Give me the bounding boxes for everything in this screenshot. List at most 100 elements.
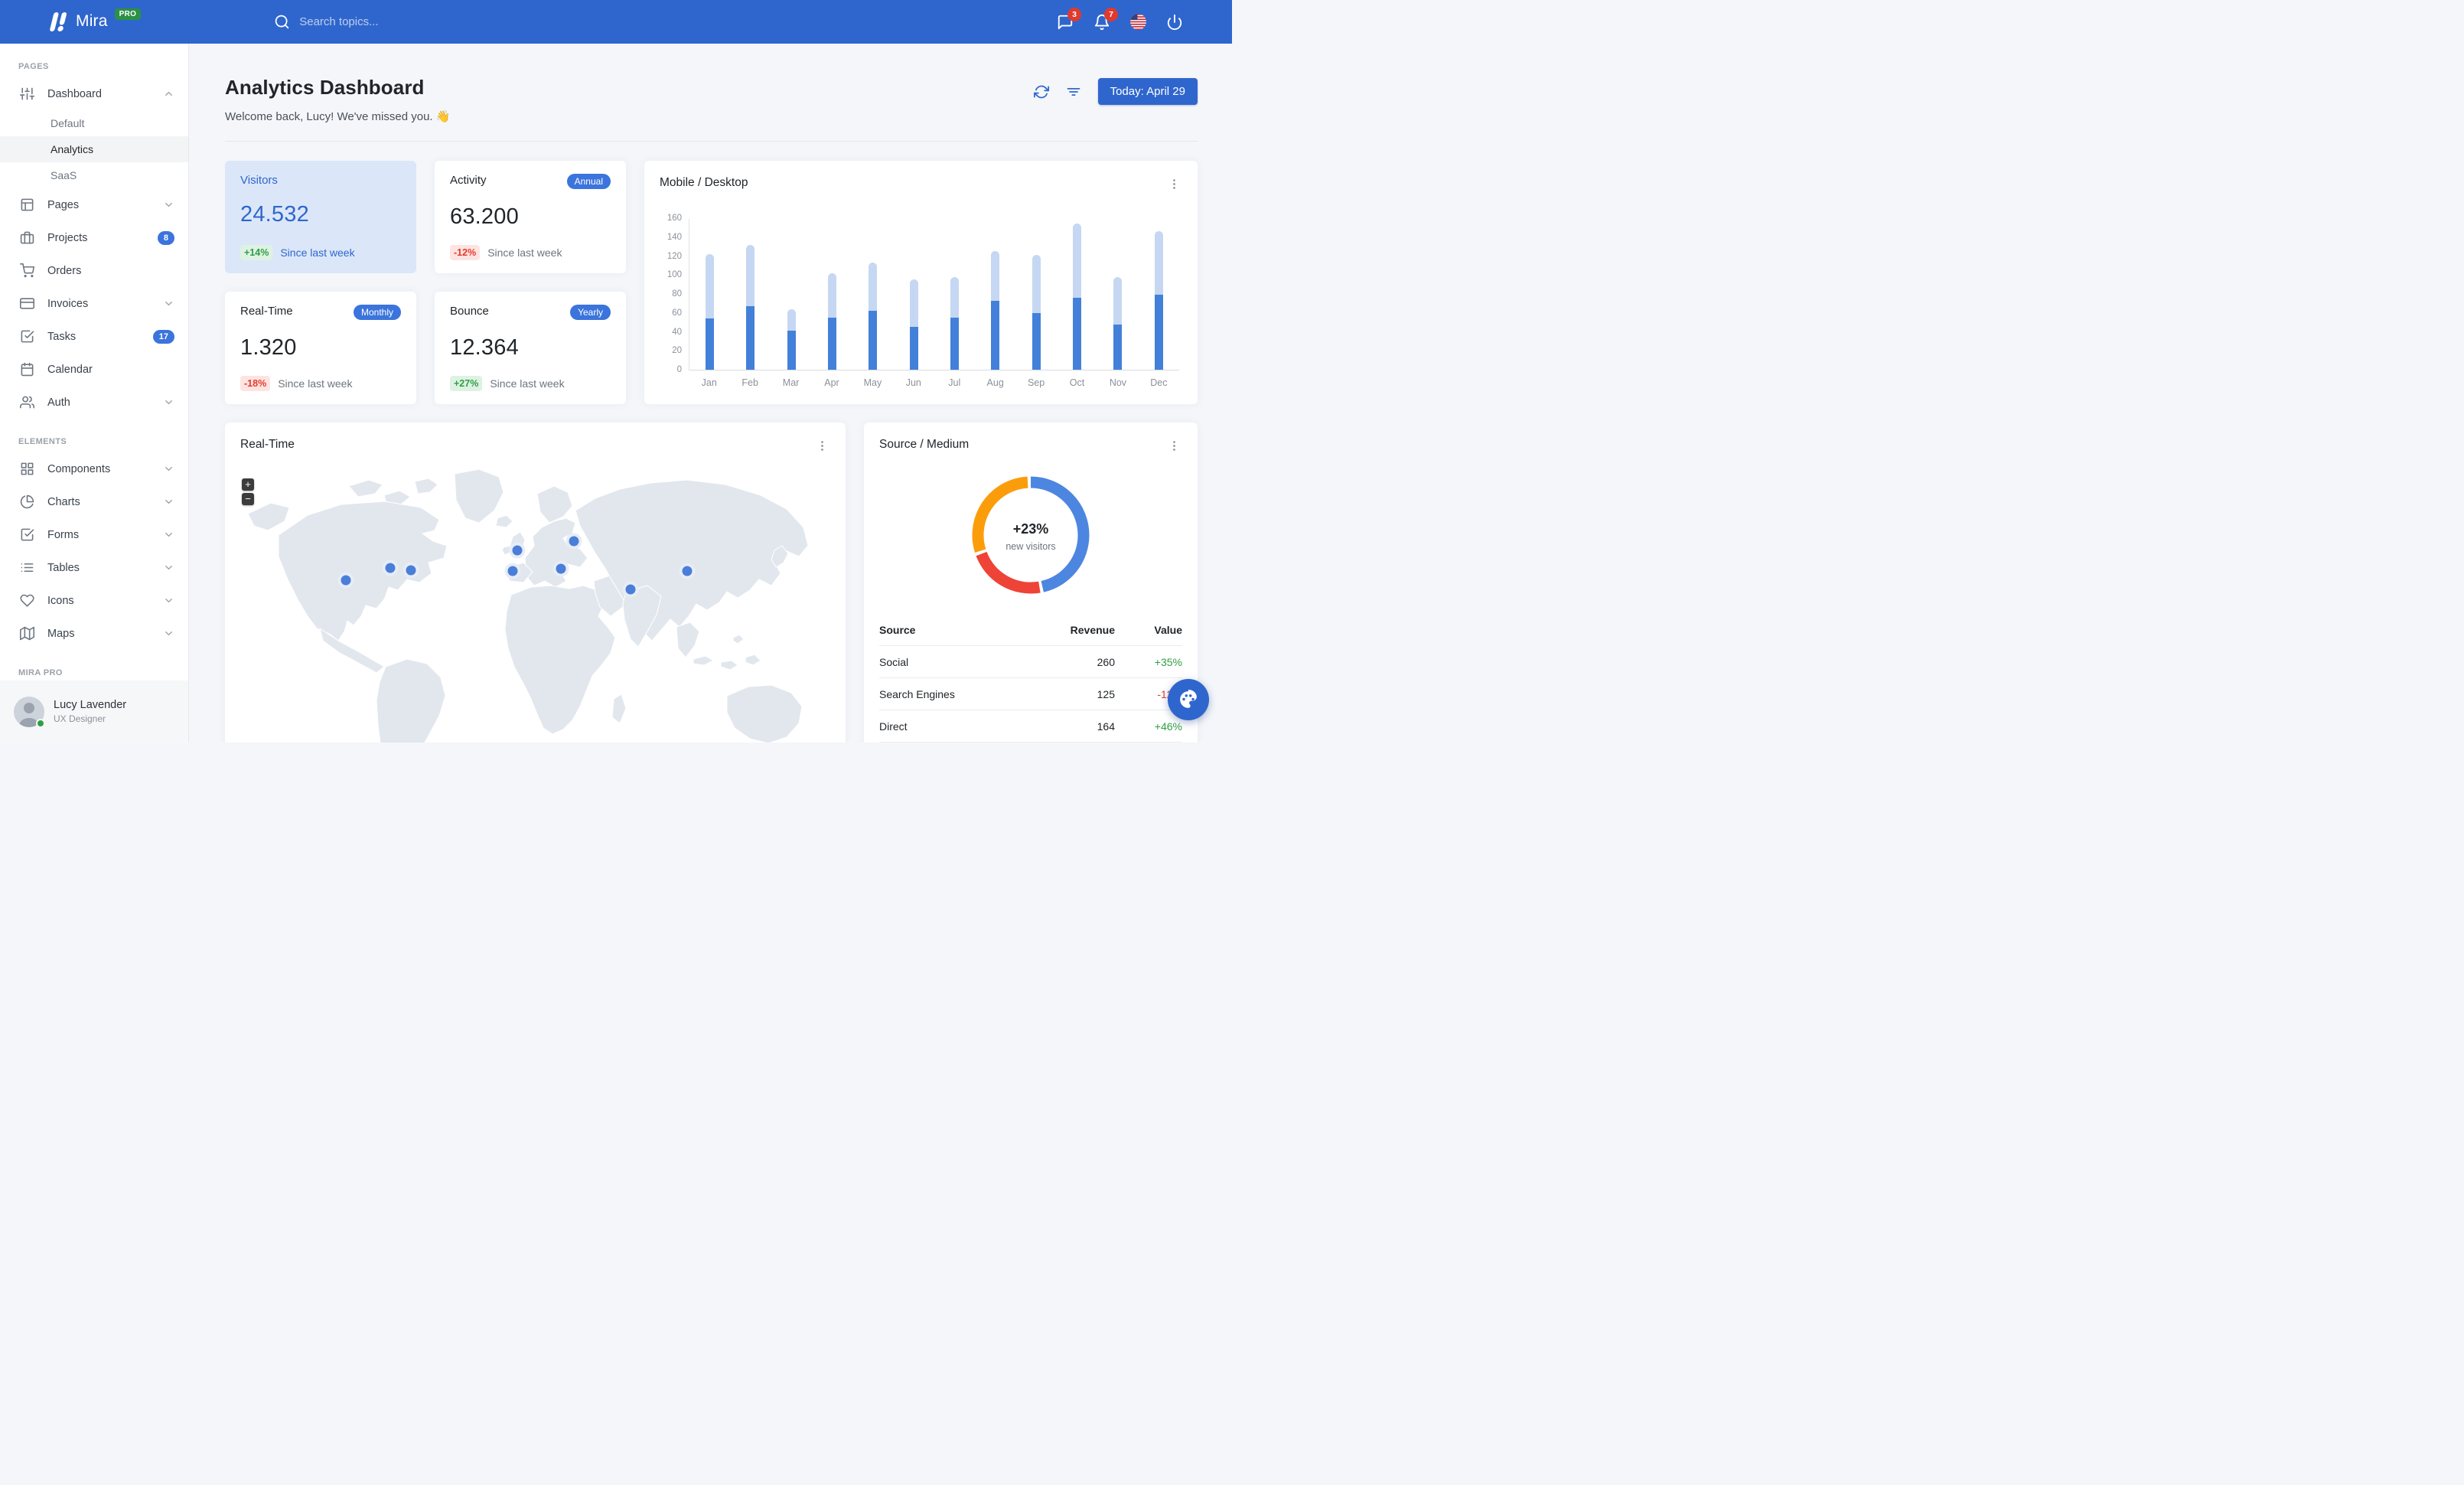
- chevron-down-icon: [163, 562, 174, 573]
- stacked-bar[interactable]: [706, 254, 715, 370]
- brand[interactable]: Mira PRO: [49, 8, 142, 32]
- sidebar-item-charts[interactable]: Charts: [0, 485, 188, 518]
- messages-count-badge: 3: [1067, 7, 1081, 21]
- mobile-bar-segment: [909, 327, 918, 370]
- mobile-bar-segment: [869, 311, 878, 370]
- map-marker[interactable]: [341, 575, 351, 586]
- map-marker[interactable]: [385, 563, 396, 573]
- table-row[interactable]: Direct 164 +46%: [879, 710, 1182, 742]
- mira-logo-icon: [49, 11, 69, 32]
- map-menu-button[interactable]: [814, 438, 830, 454]
- sidebar-user[interactable]: Lucy Lavender UX Designer: [0, 680, 188, 742]
- map-marker[interactable]: [625, 584, 636, 595]
- sidebar-item-tables[interactable]: Tables: [0, 551, 188, 584]
- stat-delta-badge: +14%: [240, 245, 273, 260]
- sidebar-item-auth[interactable]: Auth: [0, 386, 188, 419]
- sidebar-item-tasks[interactable]: Tasks 17: [0, 320, 188, 353]
- stacked-bar[interactable]: [1154, 231, 1163, 370]
- sidebar-item-label: Pages: [47, 198, 80, 211]
- stacked-bar[interactable]: [869, 263, 878, 370]
- map-marker[interactable]: [556, 563, 566, 574]
- desktop-bar-segment: [1113, 276, 1123, 325]
- refresh-button[interactable]: [1033, 84, 1049, 100]
- sidebar-item-pages[interactable]: Pages: [0, 188, 188, 221]
- avatar: [14, 696, 45, 728]
- app-window: Mira PRO 3 7 PAGE: [0, 0, 1232, 742]
- sidebar-item-orders[interactable]: Orders: [0, 254, 188, 287]
- month-label: Apr: [824, 377, 839, 388]
- users-icon: [20, 395, 35, 410]
- mobile-bar-segment: [950, 317, 960, 370]
- map-marker[interactable]: [569, 536, 579, 547]
- page-title: Analytics Dashboard: [225, 76, 425, 99]
- bar-chart: 160 140 120 100 80 60 40 20 0 Jan Feb Mar Apr May Jun…: [667, 214, 1179, 388]
- sidebar-subitem-default[interactable]: Default: [0, 110, 188, 136]
- donut-center: +23% new visitors: [970, 474, 1092, 599]
- stat-card-visitors: Visitors 24.532 +14% Since last week: [225, 161, 416, 273]
- stat-period-badge[interactable]: Annual: [566, 174, 611, 189]
- table-row[interactable]: Social 260 +35%: [879, 646, 1182, 678]
- stacked-bar[interactable]: [787, 308, 796, 370]
- month-label: Feb: [741, 377, 758, 388]
- pro-badge: PRO: [114, 8, 142, 20]
- stacked-bar[interactable]: [950, 276, 960, 370]
- sliders-icon: [20, 86, 35, 101]
- stacked-bar[interactable]: [1032, 255, 1041, 370]
- user-role: UX Designer: [54, 713, 106, 724]
- sidebar-item-projects[interactable]: Projects 8: [0, 221, 188, 254]
- map-zoom-in-button[interactable]: +: [242, 478, 254, 491]
- sidebar-item-forms[interactable]: Forms: [0, 518, 188, 551]
- sidebar-item-label: Components: [47, 462, 111, 475]
- map-zoom-out-button[interactable]: −: [242, 493, 254, 505]
- sidebar-item-label: Icons: [47, 594, 74, 607]
- stacked-bar[interactable]: [828, 273, 837, 370]
- chart-menu-button[interactable]: [1166, 176, 1182, 192]
- stacked-bar[interactable]: [746, 244, 755, 370]
- filter-button[interactable]: [1066, 84, 1081, 100]
- map-icon: [20, 626, 35, 641]
- chevron-down-icon: [163, 595, 174, 606]
- check-square-icon: [20, 329, 35, 344]
- sidebar-subitem-analytics[interactable]: Analytics: [0, 136, 188, 162]
- mobile-bar-segment: [746, 306, 755, 370]
- pie-chart-icon: [20, 494, 35, 509]
- logout-button[interactable]: [1166, 14, 1183, 31]
- stacked-bar[interactable]: [991, 251, 1000, 370]
- sidebar-item-invoices[interactable]: Invoices: [0, 287, 188, 320]
- top-navbar: Mira PRO 3 7: [0, 0, 1232, 44]
- map-marker[interactable]: [512, 545, 523, 556]
- cell-source: Direct: [879, 720, 908, 733]
- notifications-button[interactable]: 7: [1093, 7, 1118, 31]
- source-menu-button[interactable]: [1166, 438, 1182, 454]
- sidebar-item-label: Orders: [47, 264, 82, 277]
- map-marker[interactable]: [406, 565, 416, 576]
- date-range-button[interactable]: Today: April 29: [1097, 78, 1198, 105]
- sidebar-item-dashboard[interactable]: Dashboard: [0, 77, 188, 110]
- heart-icon: [20, 593, 35, 608]
- stat-footnote: +27% Since last week: [450, 376, 611, 391]
- map-marker[interactable]: [507, 566, 518, 576]
- search-input[interactable]: [299, 15, 621, 28]
- stacked-bar[interactable]: [909, 279, 918, 370]
- stat-period-badge[interactable]: Yearly: [570, 305, 611, 320]
- theme-settings-button[interactable]: [1168, 679, 1209, 720]
- sidebar-item-icons[interactable]: Icons: [0, 584, 188, 617]
- table-row[interactable]: Search Engines125-12%: [879, 678, 1182, 710]
- sidebar-subitem-saas[interactable]: SaaS: [0, 162, 188, 188]
- stat-period-badge[interactable]: Monthly: [353, 305, 401, 320]
- sidebar-item-components[interactable]: Components: [0, 452, 188, 485]
- navbar-search[interactable]: [274, 14, 1057, 30]
- sidebar-item-calendar[interactable]: Calendar: [0, 353, 188, 386]
- messages-button[interactable]: 3: [1057, 7, 1081, 31]
- desktop-bar-segment: [909, 279, 918, 328]
- map-card-title: Real-Time: [240, 438, 295, 451]
- stacked-bar[interactable]: [1073, 224, 1082, 370]
- cell-revenue: 260: [1097, 655, 1115, 668]
- language-flag-us-icon[interactable]: [1130, 14, 1146, 30]
- sidebar-item-badge: 17: [152, 329, 174, 344]
- stacked-bar[interactable]: [1113, 276, 1123, 370]
- cell-value: +46%: [1154, 720, 1182, 733]
- map-marker[interactable]: [682, 566, 693, 576]
- bar-column-sep: [1016, 255, 1057, 370]
- sidebar-item-maps[interactable]: Maps: [0, 617, 188, 650]
